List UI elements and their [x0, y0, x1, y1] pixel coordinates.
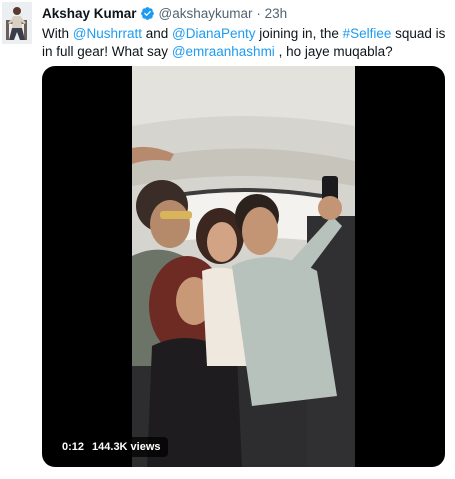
text-part: , ho jaye muqabla?	[274, 44, 393, 59]
tweet-timestamp[interactable]: 23h	[265, 6, 288, 21]
author-handle[interactable]: @akshaykumar	[159, 6, 253, 21]
video-stats-pill: 0:12 144.3K views	[55, 437, 168, 457]
video-frame	[132, 66, 355, 467]
video-view-count: 144.3K views	[92, 441, 161, 453]
text-part: With	[42, 26, 73, 41]
avatar[interactable]	[2, 2, 32, 44]
avatar-image	[2, 2, 32, 44]
author-name[interactable]: Akshay Kumar	[42, 6, 137, 21]
mention-link-emraanhashmi[interactable]: @emraanhashmi	[172, 44, 275, 59]
verified-badge-icon	[140, 6, 155, 25]
mention-link-dianapenty[interactable]: @DianaPenty	[172, 26, 256, 41]
video-still-image	[132, 66, 355, 467]
hashtag-link-selfiee[interactable]: #Selfiee	[343, 26, 392, 41]
mention-link-nushrratt[interactable]: @Nushrratt	[73, 26, 142, 41]
header-separator: ·	[256, 6, 261, 21]
text-part: and	[142, 26, 173, 41]
video-timestamp: 0:12	[62, 441, 85, 453]
video-player[interactable]: 0:12 144.3K views	[42, 66, 445, 467]
tweet-text: With @Nushrratt and @DianaPenty joining …	[42, 25, 447, 61]
tweet-header: Akshay Kumar @akshaykumar · 23h	[42, 5, 287, 25]
tweet-card[interactable]: Akshay Kumar @akshaykumar · 23h With @Nus…	[0, 0, 455, 479]
text-part: joining in, the	[255, 26, 343, 41]
